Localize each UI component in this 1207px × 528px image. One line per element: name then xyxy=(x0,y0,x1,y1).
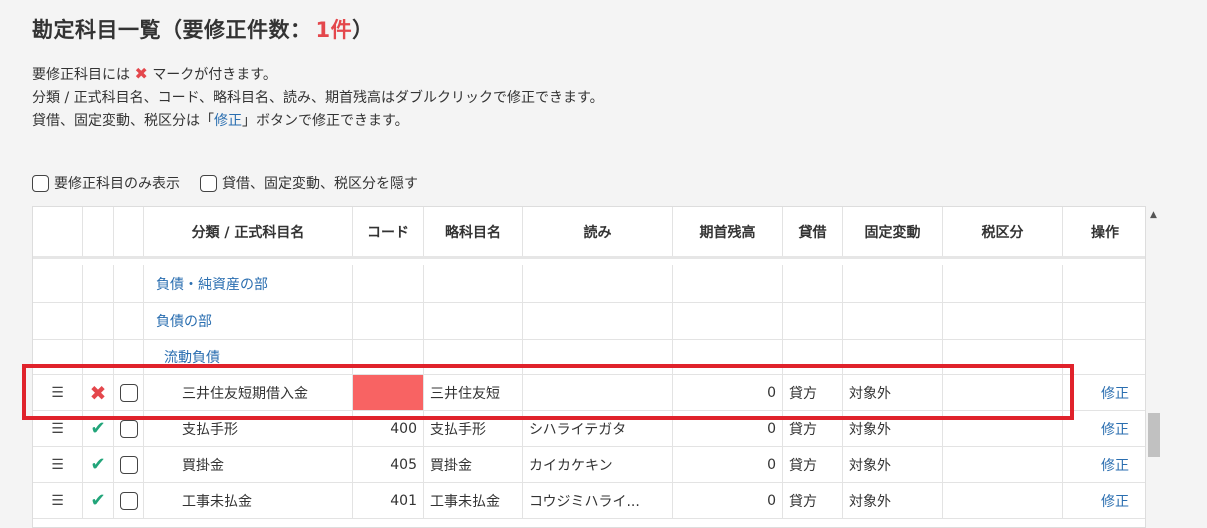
table-row[interactable]: ☰ ✔ 買掛金 405 買掛金 カイカケキン 0 貸方 対象外 修正 xyxy=(33,447,1145,483)
row-checkbox[interactable] xyxy=(119,455,138,474)
account-code[interactable] xyxy=(353,375,424,410)
header-fixed-variable[interactable]: 固定変動 xyxy=(843,207,943,256)
row-checkbox[interactable] xyxy=(119,383,138,402)
account-balance[interactable]: 0 xyxy=(673,375,783,410)
drag-handle-icon[interactable]: ☰ xyxy=(33,375,83,410)
account-code[interactable]: 401 xyxy=(353,483,424,518)
drag-handle-icon[interactable]: ☰ xyxy=(33,411,83,446)
group-label[interactable]: 流動負債 xyxy=(144,340,353,374)
account-tax xyxy=(943,483,1063,518)
fix-count: 1件 xyxy=(315,18,353,42)
description: 要修正科目には ✖ マークが付きます。 分類 / 正式科目名、コード、略科目名、… xyxy=(32,62,604,133)
description-line-3: 貸借、固定変動、税区分は「修正」ボタンで修正できます。 xyxy=(32,113,409,129)
account-balance[interactable]: 0 xyxy=(673,447,783,482)
header-debit-credit[interactable]: 貸借 xyxy=(783,207,843,256)
account-fixed-variable: 対象外 xyxy=(843,411,943,446)
account-debit-credit: 貸方 xyxy=(783,375,843,410)
header-action: 操作 xyxy=(1091,224,1119,241)
header-category[interactable]: 分類 / 正式科目名 xyxy=(144,207,353,256)
account-code[interactable]: 400 xyxy=(353,411,424,446)
drag-handle-icon[interactable]: ☰ xyxy=(33,483,83,518)
account-tax xyxy=(943,411,1063,446)
scroll-thumb[interactable] xyxy=(1148,413,1160,457)
table-header: 分類 / 正式科目名 コード 略科目名 読み 期首残高 貸借 固定変動 税区分 … xyxy=(33,207,1145,259)
group-row[interactable]: 負債・純資産の部 xyxy=(33,265,1145,303)
check-mark-icon: ✔ xyxy=(90,454,106,475)
filter-hide-columns[interactable]: 貸借、固定変動、税区分を隠す xyxy=(200,173,418,193)
header-reading[interactable]: 読み xyxy=(523,207,673,256)
account-debit-credit: 貸方 xyxy=(783,411,843,446)
account-code[interactable]: 405 xyxy=(353,447,424,482)
check-mark-icon: ✔ xyxy=(90,490,106,511)
account-reading[interactable]: シハライテガタ xyxy=(523,411,673,446)
fix-link-text: 修正 xyxy=(214,113,242,129)
filter-hide-columns-checkbox[interactable] xyxy=(200,174,217,192)
page-title: 勘定科目一覧（要修正件数： 1件） xyxy=(32,14,374,44)
account-short-name[interactable]: 支払手形 xyxy=(424,411,523,446)
account-balance[interactable]: 0 xyxy=(673,411,783,446)
account-name[interactable]: 工事未払金 xyxy=(144,483,353,518)
row-checkbox[interactable] xyxy=(119,419,138,438)
account-tax xyxy=(943,375,1063,410)
fix-button[interactable]: 修正 xyxy=(1063,483,1145,518)
account-balance[interactable]: 0 xyxy=(673,483,783,518)
account-fixed-variable: 対象外 xyxy=(843,447,943,482)
account-debit-credit: 貸方 xyxy=(783,483,843,518)
accounts-table: 分類 / 正式科目名 コード 略科目名 読み 期首残高 貸借 固定変動 税区分 … xyxy=(32,206,1146,528)
description-line-1: 要修正科目には ✖ マークが付きます。 xyxy=(32,64,277,83)
table-row[interactable]: ☰ ✖ 三井住友短期借入金 三井住友短 0 貸方 対象外 修正 xyxy=(33,375,1145,411)
table-row[interactable]: ☰ ✔ 支払手形 400 支払手形 シハライテガタ 0 貸方 対象外 修正 xyxy=(33,411,1145,447)
group-label[interactable]: 負債の部 xyxy=(144,303,353,339)
account-fixed-variable: 対象外 xyxy=(843,483,943,518)
scroll-up-icon[interactable]: ▲ xyxy=(1150,210,1157,220)
group-label[interactable]: 負債・純資産の部 xyxy=(144,265,353,302)
account-reading[interactable]: コウジミハライ... xyxy=(523,483,673,518)
fix-button[interactable]: 修正 xyxy=(1063,375,1145,410)
row-checkbox[interactable] xyxy=(119,491,138,510)
fix-button[interactable]: 修正 xyxy=(1063,411,1145,446)
error-mark-icon: ✖ xyxy=(89,380,107,405)
filter-only-needs-fix[interactable]: 要修正科目のみ表示 xyxy=(32,173,180,193)
account-name[interactable]: 支払手形 xyxy=(144,411,353,446)
account-name[interactable]: 三井住友短期借入金 xyxy=(144,375,353,410)
header-short-name[interactable]: 略科目名 xyxy=(424,207,523,256)
header-opening-balance[interactable]: 期首残高 xyxy=(673,207,783,256)
check-mark-icon: ✔ xyxy=(90,418,106,439)
account-reading[interactable]: カイカケキン xyxy=(523,447,673,482)
vertical-scrollbar[interactable]: ▲ xyxy=(1148,208,1162,528)
page-title-text: 勘定科目一覧（要修正件数： xyxy=(32,18,312,42)
account-name[interactable]: 買掛金 xyxy=(144,447,353,482)
page-title-end: ） xyxy=(352,18,374,42)
account-reading[interactable] xyxy=(523,375,673,410)
account-short-name[interactable]: 工事未払金 xyxy=(424,483,523,518)
header-code[interactable]: コード xyxy=(353,207,424,256)
description-line-2: 分類 / 正式科目名、コード、略科目名、読み、期首残高はダブルクリックで修正でき… xyxy=(32,90,604,106)
group-row[interactable]: 負債の部 xyxy=(33,303,1145,340)
account-debit-credit: 貸方 xyxy=(783,447,843,482)
fix-button[interactable]: 修正 xyxy=(1063,447,1145,482)
header-tax[interactable]: 税区分 xyxy=(943,207,1063,256)
table-row[interactable]: ☰ ✔ 工事未払金 401 工事未払金 コウジミハライ... 0 貸方 対象外 … xyxy=(33,483,1145,519)
filter-only-needs-fix-checkbox[interactable] xyxy=(32,174,49,192)
error-mark-icon: ✖ xyxy=(134,64,148,83)
account-short-name[interactable]: 買掛金 xyxy=(424,447,523,482)
group-row[interactable]: 流動負債 xyxy=(33,340,1145,375)
account-short-name[interactable]: 三井住友短 xyxy=(424,375,523,410)
account-tax xyxy=(943,447,1063,482)
drag-handle-icon[interactable]: ☰ xyxy=(33,447,83,482)
account-fixed-variable: 対象外 xyxy=(843,375,943,410)
filter-bar: 要修正科目のみ表示 貸借、固定変動、税区分を隠す xyxy=(32,173,438,193)
